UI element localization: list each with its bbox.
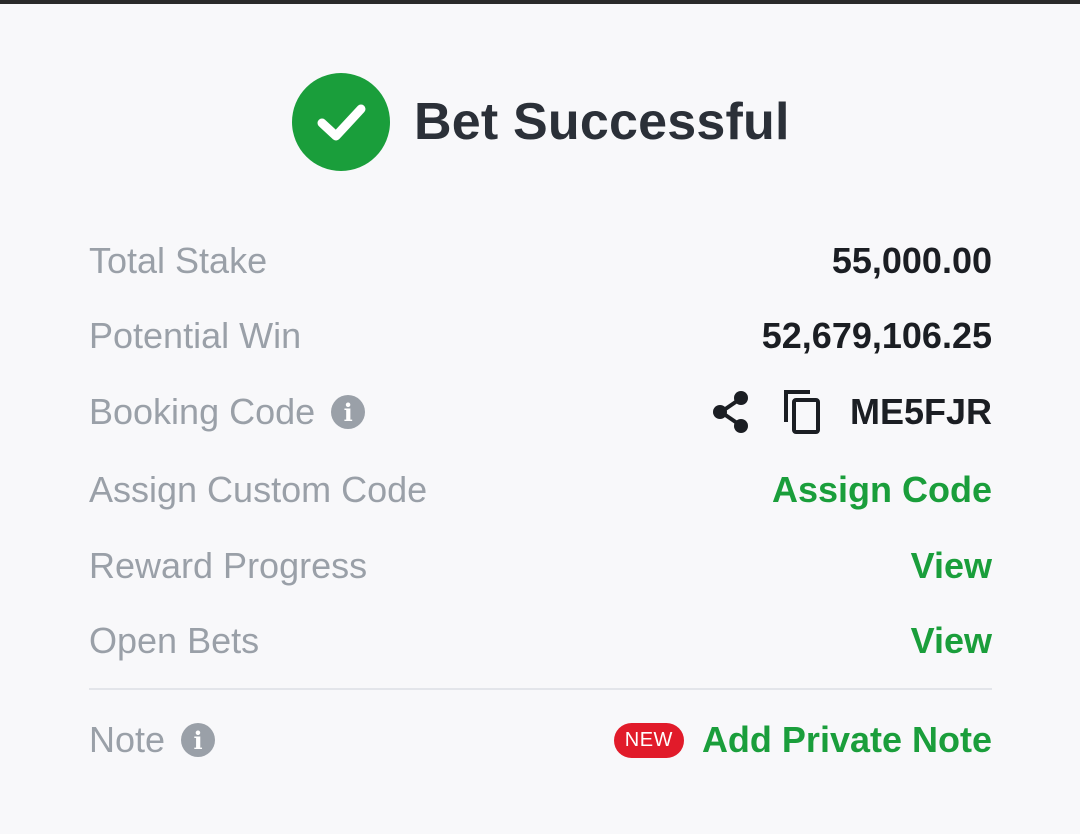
- booking-code-value-group: ME5FJR: [710, 388, 992, 436]
- row-potential-win: Potential Win 52,679,106.25: [89, 306, 992, 366]
- total-stake-label: Total Stake: [89, 240, 268, 281]
- new-badge: NEW: [613, 722, 684, 758]
- row-reward-progress: Reward Progress View: [89, 536, 992, 596]
- info-icon[interactable]: i: [181, 723, 216, 757]
- copy-icon[interactable]: [780, 388, 824, 436]
- note-label: Note: [89, 719, 166, 760]
- check-circle-icon: [292, 73, 390, 171]
- total-stake-value: 55,000.00: [831, 240, 992, 281]
- note-label-group: Note i: [89, 719, 216, 761]
- potential-win-value: 52,679,106.25: [761, 315, 992, 356]
- row-total-stake: Total Stake 55,000.00: [89, 231, 992, 291]
- row-booking-code: Booking Code i ME5FJR: [89, 382, 992, 442]
- page-title: Bet Successful: [414, 93, 790, 151]
- booking-code-label: Booking Code: [89, 391, 316, 432]
- potential-win-label: Potential Win: [89, 315, 302, 356]
- row-open-bets: Open Bets View: [89, 611, 992, 671]
- row-assign-custom-code: Assign Custom Code Assign Code: [89, 460, 992, 520]
- success-header: Bet Successful: [292, 72, 790, 172]
- open-bets-label: Open Bets: [89, 620, 260, 661]
- reward-progress-label: Reward Progress: [89, 545, 368, 586]
- add-private-note-link[interactable]: Add Private Note: [702, 719, 992, 761]
- share-icon[interactable]: [710, 390, 752, 434]
- row-note: Note i NEW Add Private Note: [89, 710, 992, 770]
- note-action-group: NEW Add Private Note: [613, 719, 992, 761]
- info-icon[interactable]: i: [331, 395, 366, 429]
- booking-code-label-group: Booking Code i: [89, 391, 366, 433]
- assign-custom-code-label: Assign Custom Code: [89, 469, 428, 510]
- open-bets-view-link[interactable]: View: [911, 620, 992, 662]
- booking-code-value[interactable]: ME5FJR: [850, 391, 992, 433]
- assign-code-link[interactable]: Assign Code: [772, 469, 992, 511]
- reward-progress-view-link[interactable]: View: [911, 545, 992, 587]
- section-divider: [89, 688, 992, 690]
- bet-confirmation-card: Bet Successful Total Stake 55,000.00 Pot…: [0, 4, 1080, 834]
